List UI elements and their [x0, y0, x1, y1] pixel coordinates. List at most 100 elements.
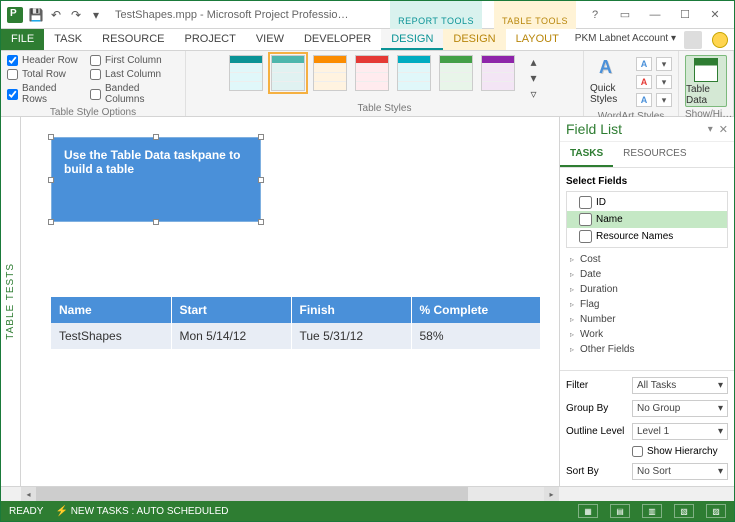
col-name[interactable]: Name [51, 297, 171, 323]
cell-name[interactable]: TestShapes [51, 323, 171, 349]
resize-handle[interactable] [48, 177, 54, 183]
chk-header-row[interactable]: Header Row [7, 55, 82, 66]
account-label[interactable]: PKM Labnet Account ▾ [571, 29, 680, 50]
sort-by-select[interactable]: No Sort ▾ [632, 463, 728, 480]
text-effects-button[interactable]: A [636, 93, 652, 107]
tree-flag[interactable]: Flag [566, 297, 728, 312]
table-data-button[interactable]: Table Data [685, 55, 727, 107]
tree-date[interactable]: Date [566, 267, 728, 282]
table-style-6[interactable] [439, 55, 473, 91]
table-style-4[interactable] [355, 55, 389, 91]
chk-banded-rows[interactable]: Banded Rows [7, 83, 82, 105]
styles-more-icon[interactable]: ▿ [527, 87, 541, 101]
text-fill-button[interactable]: A [636, 57, 652, 71]
pane-tab-tasks[interactable]: TASKS [560, 142, 613, 167]
col-finish[interactable]: Finish [291, 297, 411, 323]
pane-options-icon[interactable]: ▾ [708, 124, 713, 135]
field-chk-name[interactable]: Name [567, 211, 727, 228]
redo-icon[interactable]: ↷ [69, 8, 83, 22]
resize-handle[interactable] [48, 134, 54, 140]
text-fill-dropdown[interactable]: ▾ [656, 57, 672, 71]
undo-icon[interactable]: ↶ [49, 8, 63, 22]
chk-first-column[interactable]: First Column [90, 55, 179, 66]
resize-handle[interactable] [48, 219, 54, 225]
chk-show-hierarchy[interactable]: Show Hierarchy [632, 446, 728, 457]
help-icon[interactable]: ? [584, 6, 606, 24]
table-style-3[interactable] [313, 55, 347, 91]
scroll-left-icon[interactable]: ◂ [21, 487, 36, 501]
feedback-icon[interactable] [712, 32, 728, 48]
tab-developer[interactable]: DEVELOPER [294, 29, 381, 50]
quick-styles-button[interactable]: A Quick Styles [590, 55, 632, 105]
tab-file[interactable]: FILE [1, 29, 44, 50]
horizontal-scrollbar[interactable]: ◂ ▸ [1, 486, 734, 501]
tree-number[interactable]: Number [566, 312, 728, 327]
resize-handle[interactable] [258, 134, 264, 140]
table-style-1[interactable] [229, 55, 263, 91]
chk-total-row[interactable]: Total Row [7, 69, 82, 80]
main-area: TABLE TESTS Use the Table Data taskpane … [1, 117, 734, 486]
close-icon[interactable]: ✕ [704, 6, 726, 24]
context-group-table-tools: TABLE TOOLS [494, 1, 576, 29]
chk-last-column[interactable]: Last Column [90, 69, 179, 80]
qat-dropdown-icon[interactable]: ▾ [89, 8, 103, 22]
sort-by-label: Sort By [566, 466, 626, 477]
maximize-icon[interactable]: ☐ [674, 6, 696, 24]
pane-tab-resources[interactable]: RESOURCES [613, 142, 696, 167]
field-chk-resource-names[interactable]: Resource Names [567, 228, 727, 245]
col-start[interactable]: Start [171, 297, 291, 323]
save-icon[interactable]: 💾 [29, 8, 43, 22]
table-style-7[interactable] [481, 55, 515, 91]
tree-cost[interactable]: Cost [566, 252, 728, 267]
resize-handle[interactable] [153, 134, 159, 140]
col-pct-complete[interactable]: % Complete [411, 297, 541, 323]
text-outline-button[interactable]: A [636, 75, 652, 89]
tree-work[interactable]: Work [566, 327, 728, 342]
filter-label: Filter [566, 380, 626, 391]
styles-scroll-up-icon[interactable]: ▴ [527, 55, 541, 69]
outline-level-select[interactable]: Level 1 ▾ [632, 423, 728, 440]
minimize-icon[interactable]: — [644, 6, 666, 24]
scroll-thumb[interactable] [36, 487, 468, 501]
tab-table-layout[interactable]: LAYOUT [506, 29, 569, 50]
tab-task[interactable]: TASK [44, 29, 92, 50]
tab-view[interactable]: VIEW [246, 29, 294, 50]
report-table[interactable]: Name Start Finish % Complete TestShapes … [51, 297, 541, 349]
tree-duration[interactable]: Duration [566, 282, 728, 297]
view-gantt-icon[interactable]: ▦ [578, 504, 598, 518]
text-effects-dropdown[interactable]: ▾ [656, 93, 672, 107]
resize-handle[interactable] [153, 219, 159, 225]
cell-finish[interactable]: Tue 5/31/12 [291, 323, 411, 349]
table-row[interactable]: TestShapes Mon 5/14/12 Tue 5/31/12 58% [51, 323, 541, 349]
view-resource-icon[interactable]: ▧ [674, 504, 694, 518]
callout-shape[interactable]: Use the Table Data taskpane to build a t… [51, 137, 261, 222]
view-task-icon[interactable]: ▤ [610, 504, 630, 518]
tree-other[interactable]: Other Fields [566, 342, 728, 357]
ribbon-collapse-icon[interactable]: ▭ [614, 6, 636, 24]
table-style-5[interactable] [397, 55, 431, 91]
vertical-view-bar[interactable]: TABLE TESTS [1, 117, 21, 486]
styles-scroll-down-icon[interactable]: ▾ [527, 71, 541, 85]
view-report-icon[interactable]: ▨ [706, 504, 726, 518]
tab-resource[interactable]: RESOURCE [92, 29, 174, 50]
avatar[interactable] [684, 31, 702, 49]
pane-close-icon[interactable]: ✕ [719, 123, 728, 136]
report-canvas[interactable]: Use the Table Data taskpane to build a t… [21, 117, 559, 486]
view-team-icon[interactable]: ▥ [642, 504, 662, 518]
chk-banded-columns[interactable]: Banded Columns [90, 83, 179, 105]
table-style-2[interactable] [271, 55, 305, 91]
field-chk-id[interactable]: ID [567, 194, 727, 211]
filter-select[interactable]: All Tasks ▾ [632, 377, 728, 394]
tab-table-design[interactable]: DESIGN [443, 29, 505, 50]
resize-handle[interactable] [258, 177, 264, 183]
group-table-style-options: Header Row Total Row Banded Rows First C… [1, 51, 186, 116]
tab-report-design[interactable]: DESIGN [381, 29, 443, 50]
cell-pct[interactable]: 58% [411, 323, 541, 349]
text-outline-dropdown[interactable]: ▾ [656, 75, 672, 89]
tab-project[interactable]: PROJECT [175, 29, 246, 50]
scroll-right-icon[interactable]: ▸ [544, 487, 559, 501]
group-by-select[interactable]: No Group ▾ [632, 400, 728, 417]
cell-start[interactable]: Mon 5/14/12 [171, 323, 291, 349]
status-new-tasks[interactable]: ⚡ NEW TASKS : AUTO SCHEDULED [55, 506, 228, 517]
resize-handle[interactable] [258, 219, 264, 225]
